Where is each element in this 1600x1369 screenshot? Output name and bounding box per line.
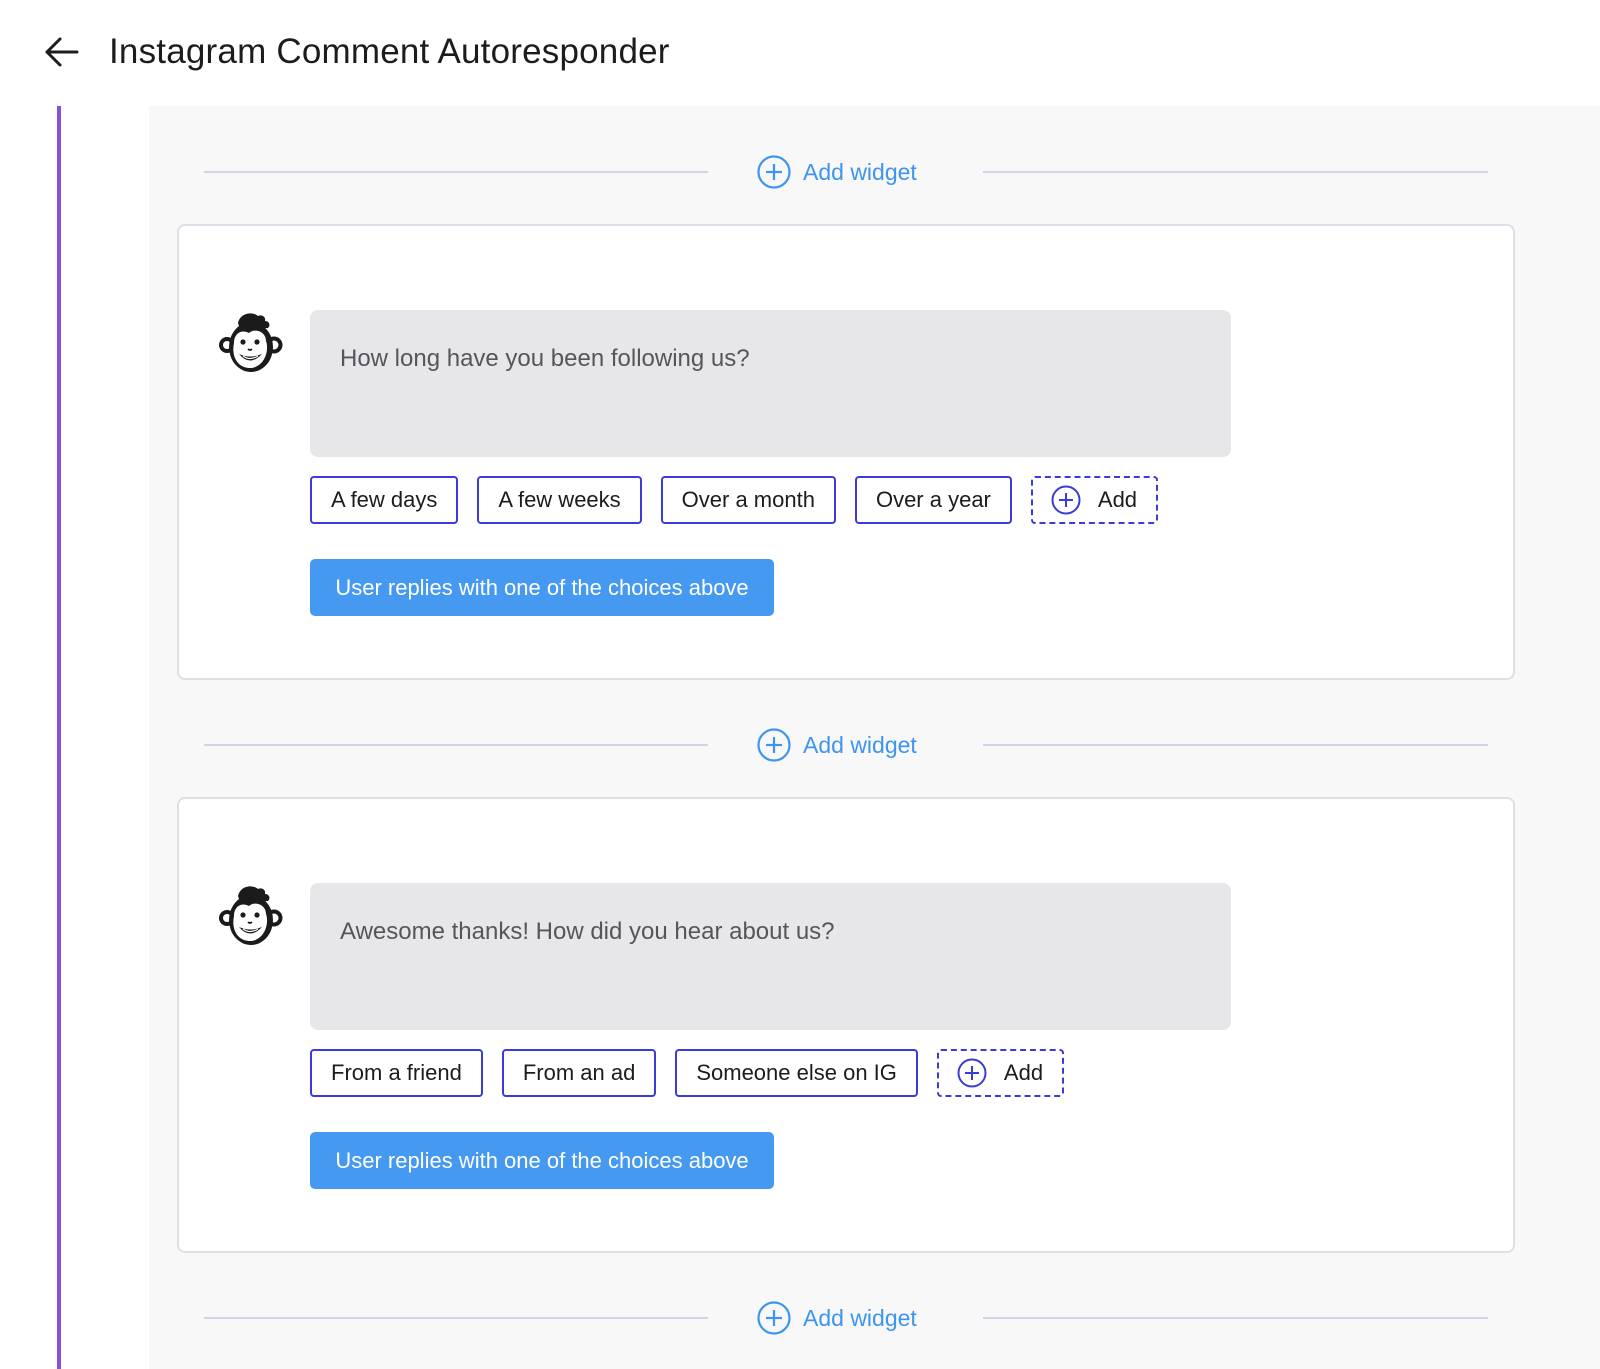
reply-trigger-button[interactable]: User replies with one of the choices abo… [310, 559, 774, 616]
page-title: Instagram Comment Autoresponder [109, 32, 670, 71]
add-widget-row: Add widget [204, 725, 1488, 765]
choice-chip[interactable]: A few weeks [477, 476, 642, 524]
plus-circle-icon [757, 728, 791, 762]
reply-trigger-button[interactable]: User replies with one of the choices abo… [310, 1132, 774, 1189]
add-choice-label: Add [1003, 1060, 1044, 1085]
add-widget-button[interactable]: Add widget [757, 1298, 917, 1338]
add-widget-button[interactable]: Add widget [757, 152, 917, 192]
choice-chip[interactable]: Over a year [854, 476, 1012, 524]
add-widget-row: Add widget [204, 1298, 1488, 1338]
add-choice-label: Add [1097, 487, 1138, 512]
monkey-mascot-icon [216, 309, 284, 377]
divider-line [204, 1317, 708, 1319]
plus-circle-icon [1051, 485, 1081, 515]
add-widget-row: Add widget [204, 152, 1488, 192]
add-choice-button[interactable]: Add [936, 1049, 1065, 1097]
message-bubble[interactable]: How long have you been following us? [310, 310, 1231, 457]
choice-list: From a friend From an ad Someone else on… [310, 1049, 1083, 1097]
add-widget-label: Add widget [803, 1304, 917, 1331]
flow-rail [57, 106, 61, 1369]
choice-chip[interactable]: Over a month [660, 476, 836, 524]
message-bubble[interactable]: Awesome thanks! How did you hear about u… [310, 883, 1231, 1030]
choice-list: A few days A few weeks Over a month Over… [310, 476, 1177, 524]
add-widget-label: Add widget [803, 731, 917, 758]
choice-chip[interactable]: From a friend [310, 1049, 483, 1097]
plus-circle-icon [957, 1058, 987, 1088]
divider-line [983, 171, 1488, 173]
divider-line [983, 744, 1488, 746]
choice-chip[interactable]: A few days [310, 476, 459, 524]
question-card[interactable]: Awesome thanks! How did you hear about u… [177, 797, 1515, 1253]
page-header: Instagram Comment Autoresponder [0, 0, 1600, 106]
divider-line [983, 1317, 1488, 1319]
choice-chip[interactable]: From an ad [501, 1049, 657, 1097]
divider-line [204, 744, 708, 746]
divider-line [204, 171, 708, 173]
plus-circle-icon [757, 1301, 791, 1335]
add-choice-button[interactable]: Add [1030, 476, 1159, 524]
add-widget-label: Add widget [803, 158, 917, 185]
back-button[interactable] [40, 30, 84, 74]
plus-circle-icon [757, 155, 791, 189]
monkey-mascot-icon [216, 882, 284, 950]
arrow-left-icon [45, 37, 79, 67]
add-widget-button[interactable]: Add widget [757, 725, 917, 765]
question-card[interactable]: How long have you been following us? A f… [177, 224, 1515, 680]
choice-chip[interactable]: Someone else on IG [675, 1049, 918, 1097]
